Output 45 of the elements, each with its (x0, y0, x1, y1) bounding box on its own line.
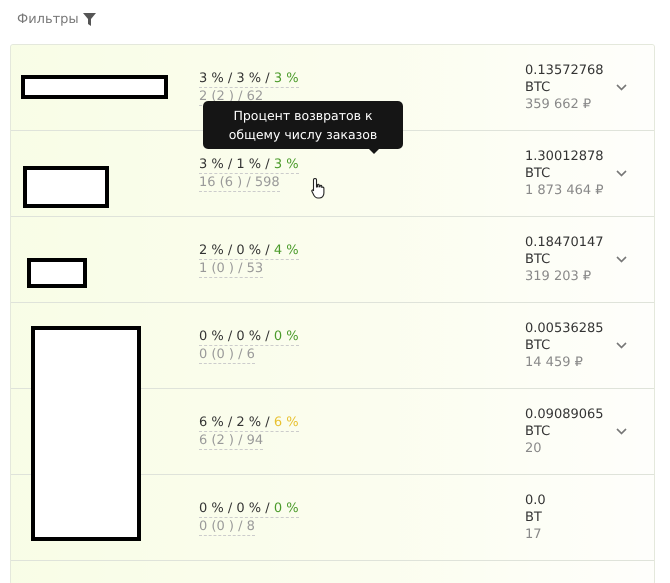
chevron-down-icon[interactable] (616, 342, 627, 349)
chevron-down-icon[interactable] (616, 428, 627, 435)
btc-amount: 0.00536285 (525, 320, 605, 337)
order-counts: 6 (2 ) / 94 (199, 432, 264, 450)
btc-amount: 0.13572768 (525, 62, 605, 79)
tooltip: Процент возвратов к общему числу заказов (203, 101, 403, 149)
return-rate: 3 % (274, 156, 299, 172)
redaction-box (27, 258, 87, 288)
rub-amount: 1 873 464 ₽ (525, 182, 605, 199)
rub-amount: 14 459 ₽ (525, 354, 584, 371)
btc-amount: 0.0 (525, 492, 547, 509)
btc-amount: 0.09089065 (525, 406, 605, 423)
chevron-down-icon[interactable] (616, 170, 627, 177)
order-counts: 0 (0 ) / 6 (199, 346, 255, 364)
currency-label: BT (525, 509, 543, 526)
order-counts: 16 (6 ) / 598 (199, 174, 280, 192)
currency-label: BTC (525, 79, 552, 96)
rub-amount: 359 662 ₽ (525, 96, 592, 113)
rub-amount: 319 203 ₽ (525, 268, 592, 285)
rub-amount: 17 (525, 526, 543, 543)
return-rates: 3 % / 3 % / 3 % (199, 70, 299, 88)
currency-label: BTC (525, 337, 552, 354)
rub-amount: 20 (525, 440, 543, 457)
chevron-down-icon[interactable] (616, 256, 627, 263)
currency-label: BTC (525, 165, 552, 182)
currency-label: BTC (525, 423, 552, 440)
return-rate: 3 % (274, 70, 299, 86)
order-counts: 1 (0 ) / 53 (199, 260, 264, 278)
btc-amount: 0.18470147 (525, 234, 605, 251)
currency-label: BTC (525, 251, 552, 268)
return-rates: 0 % / 0 % / 0 % (199, 500, 299, 518)
return-rate: 6 % (274, 414, 299, 430)
filters-label[interactable]: Фильтры (17, 12, 79, 26)
return-rates: 3 % / 1 % / 3 % (199, 156, 299, 174)
return-rates: 0 % / 0 % / 0 % (199, 328, 299, 346)
return-rate: 4 % (274, 242, 299, 258)
chevron-down-icon[interactable] (616, 84, 627, 91)
order-counts: 0 (0 ) / 8 (199, 518, 255, 536)
btc-amount: 1.30012878 (525, 148, 605, 165)
return-rate: 0 % (274, 500, 299, 516)
return-rate: 0 % (274, 328, 299, 344)
return-rates: 2 % / 0 % / 4 % (199, 242, 299, 260)
return-rates: 6 % / 2 % / 6 % (199, 414, 299, 432)
filter-icon[interactable] (82, 12, 96, 26)
hand-cursor-icon (311, 177, 327, 199)
